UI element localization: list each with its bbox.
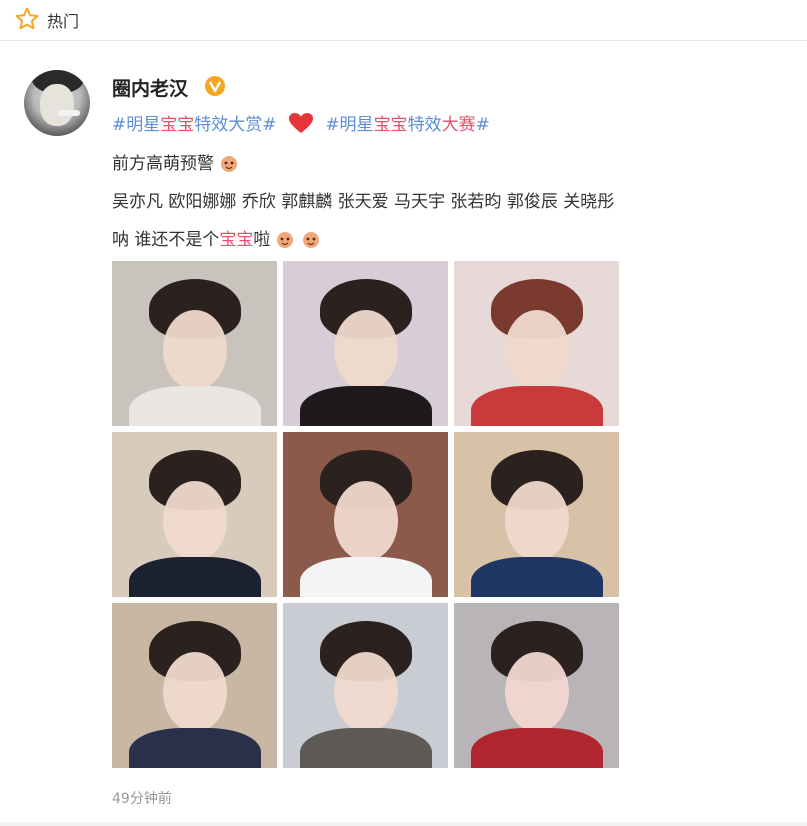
top-bar: 热门 (0, 0, 807, 41)
photo-9[interactable] (454, 603, 619, 768)
divider (0, 822, 807, 826)
hashtag-link-2[interactable]: #明星宝宝特效大赛# (325, 115, 490, 135)
avatar[interactable] (24, 70, 90, 136)
photo-7[interactable] (112, 603, 277, 768)
hashtag-link-1[interactable]: #明星宝宝特效大赏# (112, 115, 277, 135)
cute-emoji-icon (277, 232, 294, 248)
names-line: 吴亦凡 欧阳娜娜 乔欣 郭麒麟 张天爱 马天宇 张若昀 郭俊辰 关晓彤 (112, 192, 615, 212)
post-text-line-4: 呐 谁还不是个宝宝啦 (112, 225, 322, 250)
photo-2[interactable] (283, 261, 448, 426)
cute-emoji-icon (221, 156, 237, 172)
photo-8[interactable] (283, 603, 448, 768)
cute-emoji-icon (303, 232, 320, 248)
hashtag-line: #明星宝宝特效大赏# #明星宝宝特效大赛# (112, 110, 490, 135)
author-name[interactable]: 圈内老汉 (112, 74, 188, 101)
photo-grid (112, 261, 619, 768)
post-text-line: 前方高萌预警 (112, 149, 240, 174)
photo-1[interactable] (112, 261, 277, 426)
post-timestamp: 49分钟前 (112, 791, 172, 807)
photo-6[interactable] (454, 432, 619, 597)
photo-3[interactable] (454, 261, 619, 426)
keyword-link[interactable]: 宝宝 (219, 230, 253, 250)
section-title: 热门 (47, 12, 80, 31)
heart-icon (288, 113, 313, 133)
warning-text: 前方高萌预警 (112, 154, 214, 174)
verified-badge-icon (205, 76, 225, 96)
photo-5[interactable] (283, 432, 448, 597)
star-outline-icon[interactable] (14, 6, 40, 32)
photo-4[interactable] (112, 432, 277, 597)
